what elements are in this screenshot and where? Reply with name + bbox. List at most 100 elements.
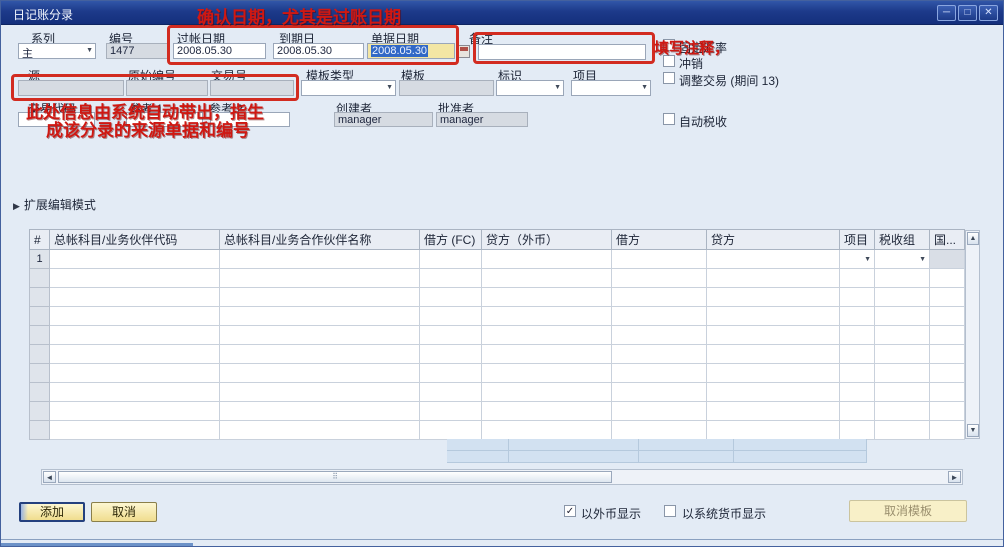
cell-r3-c6[interactable]: [706, 287, 840, 307]
cell-r1-c4[interactable]: [481, 249, 612, 269]
cell-r10-c6[interactable]: [706, 420, 840, 440]
calendar-icon[interactable]: [458, 45, 470, 58]
cell-r10-c9[interactable]: [929, 420, 965, 440]
cell-r10-c4[interactable]: [481, 420, 612, 440]
cell-r5-c8[interactable]: [874, 325, 930, 345]
cell-r9-c1[interactable]: [49, 401, 220, 421]
cell-r10-c7[interactable]: [839, 420, 875, 440]
vertical-scrollbar[interactable]: ▲ ▼: [965, 230, 980, 439]
cell-r2-c5[interactable]: [611, 268, 707, 288]
cell-r9-c8[interactable]: [874, 401, 930, 421]
scroll-left-icon[interactable]: ◄: [43, 471, 56, 483]
cell-r2-c4[interactable]: [481, 268, 612, 288]
cell-r7-c6[interactable]: [706, 363, 840, 383]
column-header-0[interactable]: #: [29, 229, 50, 250]
cell-r4-c3[interactable]: [419, 306, 482, 326]
cell-r4-c9[interactable]: [929, 306, 965, 326]
table-row[interactable]: [29, 401, 965, 421]
scroll-down-icon[interactable]: ▼: [967, 424, 979, 437]
indicator-select[interactable]: ▼: [496, 80, 564, 96]
cell-r2-c7[interactable]: [839, 268, 875, 288]
cell-r5-c5[interactable]: [611, 325, 707, 345]
cell-r3-c1[interactable]: [49, 287, 220, 307]
cell-r6-c1[interactable]: [49, 344, 220, 364]
cell-r3-c5[interactable]: [611, 287, 707, 307]
column-header-1[interactable]: 总帐科目/业务伙伴代码: [49, 229, 220, 250]
cell-r4-c6[interactable]: [706, 306, 840, 326]
column-header-3[interactable]: 借方 (FC): [419, 229, 482, 250]
cell-r5-c2[interactable]: [219, 325, 420, 345]
cell-r2-c1[interactable]: [49, 268, 220, 288]
cell-r1-c5[interactable]: [611, 249, 707, 269]
cell-r2-c9[interactable]: [929, 268, 965, 288]
column-header-4[interactable]: 贷方（外币）: [481, 229, 612, 250]
journal-entries-table[interactable]: # 总帐科目/业务伙伴代码 总帐科目/业务合作伙伴名称 借方 (FC) 贷方（外币） 借方…: [29, 229, 965, 440]
horizontal-scrollbar[interactable]: ◄ ►: [41, 469, 963, 485]
minimize-icon[interactable]: ─: [937, 5, 956, 21]
cell-r8-c9[interactable]: [929, 382, 965, 402]
posting-date-field[interactable]: 2008.05.30: [173, 43, 266, 59]
cell-r2-c6[interactable]: [706, 268, 840, 288]
column-header-2[interactable]: 总帐科目/业务合作伙伴名称: [219, 229, 420, 250]
cell-r5-c4[interactable]: [481, 325, 612, 345]
cell-r8-c5[interactable]: [611, 382, 707, 402]
cell-r8-c1[interactable]: [49, 382, 220, 402]
cell-r9-c6[interactable]: [706, 401, 840, 421]
cell-r5-c1[interactable]: [49, 325, 220, 345]
table-row[interactable]: [29, 306, 965, 326]
cell-r1-c6[interactable]: [706, 249, 840, 269]
cell-r10-c3[interactable]: [419, 420, 482, 440]
cell-r7-c7[interactable]: [839, 363, 875, 383]
cell-r4-c5[interactable]: [611, 306, 707, 326]
cell-r10-c8[interactable]: [874, 420, 930, 440]
cell-r8-c2[interactable]: [219, 382, 420, 402]
cell-r4-c8[interactable]: [874, 306, 930, 326]
table-row[interactable]: [29, 325, 965, 345]
scroll-up-icon[interactable]: ▲: [967, 232, 979, 245]
cell-r7-c3[interactable]: [419, 363, 482, 383]
cell-r9-c7[interactable]: [839, 401, 875, 421]
close-icon[interactable]: ✕: [979, 5, 998, 21]
cell-r7-c8[interactable]: [874, 363, 930, 383]
cell-r7-c1[interactable]: [49, 363, 220, 383]
cell-r5-c6[interactable]: [706, 325, 840, 345]
cell-r10-c2[interactable]: [219, 420, 420, 440]
cell-r4-c4[interactable]: [481, 306, 612, 326]
cell-r3-c2[interactable]: [219, 287, 420, 307]
table-row[interactable]: [29, 382, 965, 402]
cell-r2-c3[interactable]: [419, 268, 482, 288]
cell-r7-c2[interactable]: [219, 363, 420, 383]
cell-r4-c1[interactable]: [49, 306, 220, 326]
document-date-field[interactable]: 2008.05.30: [367, 43, 455, 59]
cell-r5-c3[interactable]: [419, 325, 482, 345]
maximize-icon[interactable]: □: [958, 5, 977, 21]
cell-r1-c1[interactable]: [49, 249, 220, 269]
cell-r1-c8[interactable]: ▼: [874, 249, 930, 269]
column-header-5[interactable]: 借方: [611, 229, 707, 250]
scroll-right-icon[interactable]: ►: [948, 471, 961, 483]
cell-r8-c3[interactable]: [419, 382, 482, 402]
cell-r8-c6[interactable]: [706, 382, 840, 402]
cell-r1-c7[interactable]: ▼: [839, 249, 875, 269]
cell-r4-c2[interactable]: [219, 306, 420, 326]
cell-r5-c9[interactable]: [929, 325, 965, 345]
cell-r9-c9[interactable]: [929, 401, 965, 421]
table-row[interactable]: [29, 268, 965, 288]
cell-r9-c4[interactable]: [481, 401, 612, 421]
cell-r6-c2[interactable]: [219, 344, 420, 364]
cell-r10-c5[interactable]: [611, 420, 707, 440]
cancel-button[interactable]: 取消: [91, 502, 157, 522]
cell-r1-c3[interactable]: [419, 249, 482, 269]
cell-r7-c4[interactable]: [481, 363, 612, 383]
cell-r6-c4[interactable]: [481, 344, 612, 364]
cell-r9-c5[interactable]: [611, 401, 707, 421]
column-header-6[interactable]: 贷方: [706, 229, 840, 250]
cell-r9-c2[interactable]: [219, 401, 420, 421]
cell-r7-c5[interactable]: [611, 363, 707, 383]
remarks-input[interactable]: [478, 44, 646, 60]
cell-r6-c7[interactable]: [839, 344, 875, 364]
cell-r6-c6[interactable]: [706, 344, 840, 364]
table-row[interactable]: [29, 420, 965, 440]
cell-r3-c9[interactable]: [929, 287, 965, 307]
cell-r6-c8[interactable]: [874, 344, 930, 364]
